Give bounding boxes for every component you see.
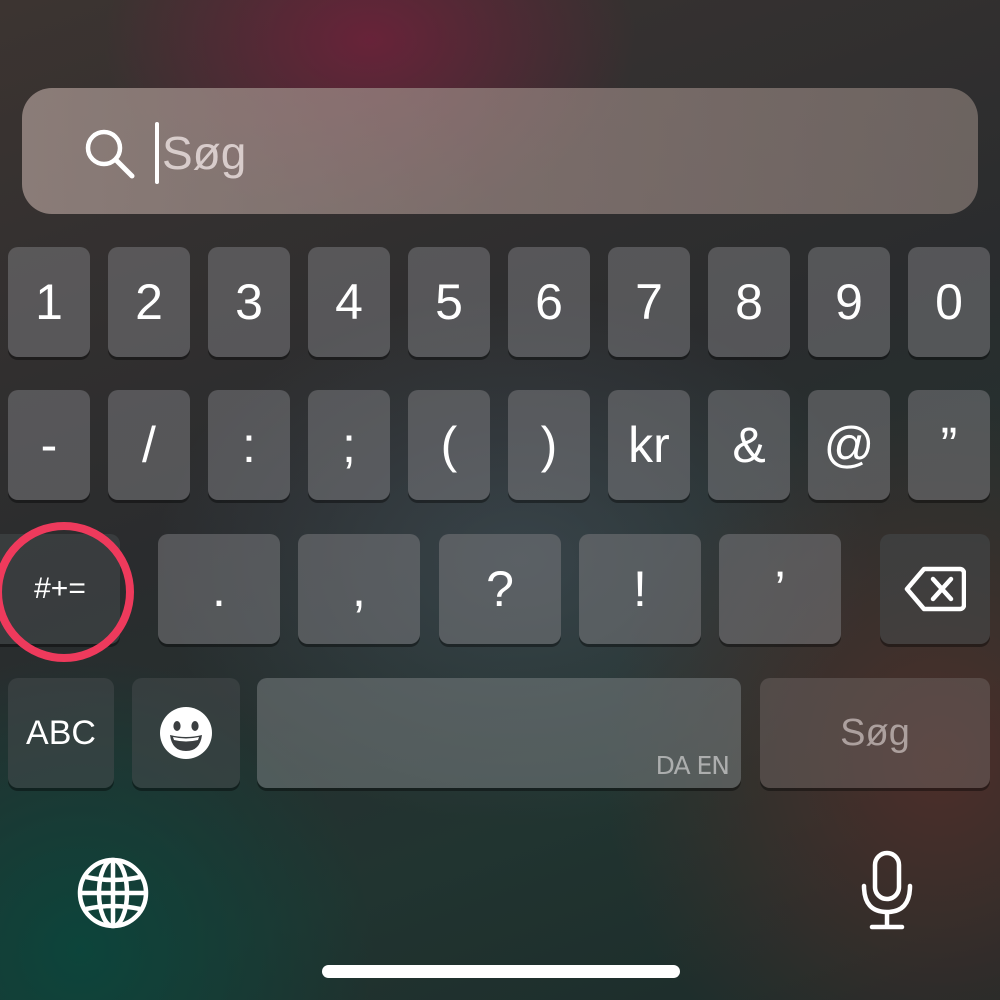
text-cursor xyxy=(155,122,159,184)
emoji-key[interactable] xyxy=(132,678,240,788)
globe-icon[interactable] xyxy=(76,856,150,930)
key-apostrophe[interactable]: ’ xyxy=(719,534,841,644)
key-comma[interactable]: , xyxy=(298,534,420,644)
key-8[interactable]: 8 xyxy=(708,247,790,357)
key-label: 2 xyxy=(135,274,163,330)
search-field[interactable]: Søg xyxy=(22,88,978,214)
key-4[interactable]: 4 xyxy=(308,247,390,357)
key-label: ; xyxy=(342,417,356,473)
key-label: 1 xyxy=(35,274,63,330)
key-label: ’ xyxy=(774,561,786,617)
home-indicator[interactable] xyxy=(322,965,680,978)
key-label: kr xyxy=(628,417,670,473)
key-label: & xyxy=(732,417,766,473)
search-return-key[interactable]: Søg xyxy=(760,678,990,788)
key-exclamation[interactable]: ! xyxy=(579,534,701,644)
key-label: 5 xyxy=(435,274,463,330)
key-7[interactable]: 7 xyxy=(608,247,690,357)
key-label: . xyxy=(212,561,226,617)
key-0[interactable]: 0 xyxy=(908,247,990,357)
key-label: ” xyxy=(940,417,958,473)
key-semicolon[interactable]: ; xyxy=(308,390,390,500)
key-3[interactable]: 3 xyxy=(208,247,290,357)
key-hyphen[interactable]: - xyxy=(8,390,90,500)
key-9[interactable]: 9 xyxy=(808,247,890,357)
emoji-icon xyxy=(160,707,212,759)
key-label: ABC xyxy=(26,713,96,752)
key-label: ) xyxy=(540,417,558,473)
key-quote[interactable]: ” xyxy=(908,390,990,500)
key-colon[interactable]: : xyxy=(208,390,290,500)
key-label: 0 xyxy=(935,274,963,330)
key-close-paren[interactable]: ) xyxy=(508,390,590,500)
key-label: ( xyxy=(440,417,458,473)
key-label: 4 xyxy=(335,274,363,330)
search-icon xyxy=(85,129,135,179)
space-language-label: DA EN xyxy=(655,751,730,780)
key-period[interactable]: . xyxy=(158,534,280,644)
key-label: ? xyxy=(486,561,514,617)
backspace-key[interactable] xyxy=(880,534,990,644)
key-kr[interactable]: kr xyxy=(608,390,690,500)
key-label: 9 xyxy=(835,274,863,330)
key-label: : xyxy=(242,417,256,473)
key-label: #+= xyxy=(34,572,86,605)
abc-key[interactable]: ABC xyxy=(8,678,114,788)
key-at[interactable]: @ xyxy=(808,390,890,500)
key-label: 6 xyxy=(535,274,563,330)
key-label: Søg xyxy=(840,711,910,754)
space-key[interactable]: DA EN xyxy=(257,678,741,788)
microphone-icon[interactable] xyxy=(858,850,916,932)
key-label: ! xyxy=(633,561,647,617)
key-1[interactable]: 1 xyxy=(8,247,90,357)
key-label: , xyxy=(352,561,366,617)
key-label: / xyxy=(142,417,156,473)
key-open-paren[interactable]: ( xyxy=(408,390,490,500)
backspace-icon xyxy=(904,566,966,612)
key-question[interactable]: ? xyxy=(439,534,561,644)
key-label: - xyxy=(40,417,58,473)
key-2[interactable]: 2 xyxy=(108,247,190,357)
search-placeholder: Søg xyxy=(162,127,247,179)
key-label: 3 xyxy=(235,274,263,330)
more-symbols-key[interactable]: #+= xyxy=(0,534,120,644)
key-label: @ xyxy=(823,417,875,473)
key-label: 7 xyxy=(635,274,663,330)
key-5[interactable]: 5 xyxy=(408,247,490,357)
key-6[interactable]: 6 xyxy=(508,247,590,357)
key-ampersand[interactable]: & xyxy=(708,390,790,500)
key-slash[interactable]: / xyxy=(108,390,190,500)
key-label: 8 xyxy=(735,274,763,330)
